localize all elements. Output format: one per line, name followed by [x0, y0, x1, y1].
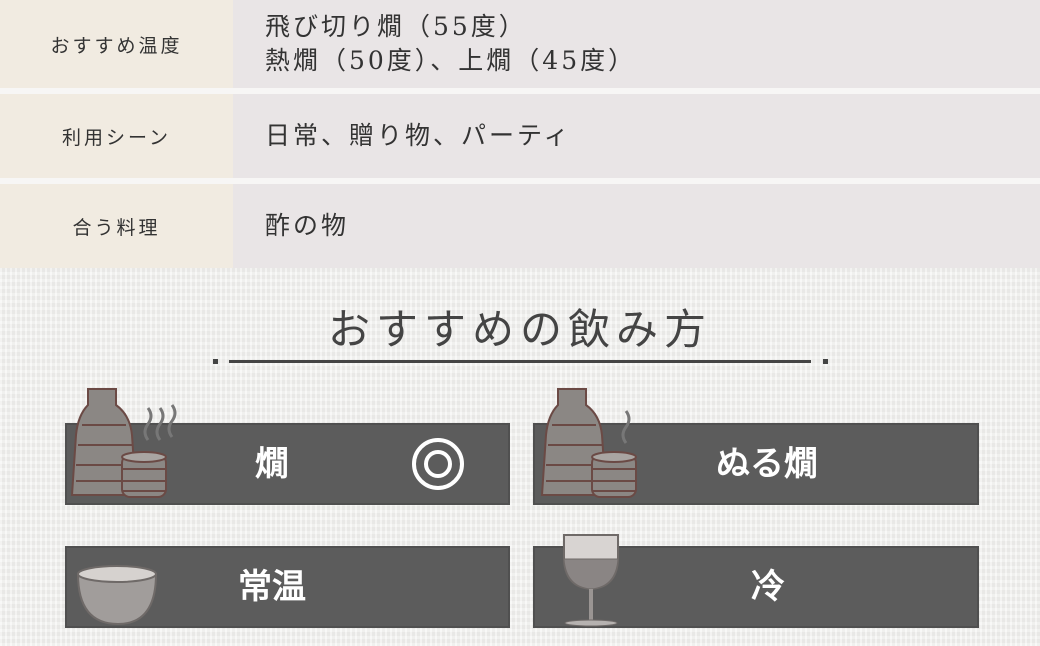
- value-line: 酢の物: [265, 211, 350, 240]
- row-value: 日常、贈り物、パーティ: [233, 94, 1040, 178]
- row-label: 合う料理: [0, 184, 233, 268]
- row-value: 飛び切り燗（55度） 熱燗（50度）、上燗（45度）: [233, 0, 1040, 88]
- method-label: 冷: [751, 567, 785, 607]
- info-row-food: 合う料理 酢の物: [0, 184, 1040, 268]
- section-title: おすすめの飲み方: [327, 305, 712, 354]
- title-rule-dot: [213, 359, 218, 364]
- title-rule-dot: [823, 359, 828, 364]
- wine-glass-icon: [563, 534, 619, 627]
- value-line: 熱燗（50度）、上燗（45度）: [265, 46, 637, 75]
- info-row-scene: 利用シーン 日常、贈り物、パーティ: [0, 94, 1040, 178]
- method-label: 燗: [255, 444, 289, 484]
- method-label: 常温: [238, 567, 306, 607]
- value-line: 飛び切り燗（55度）: [265, 12, 527, 41]
- info-row-temperature: おすすめ温度 飛び切り燗（55度） 熱燗（50度）、上燗（45度）: [0, 0, 1040, 88]
- double-circle-rating-icon: [412, 438, 464, 490]
- row-label: おすすめ温度: [0, 0, 233, 88]
- tokkuri-steam-icon: [70, 388, 177, 498]
- row-value: 酢の物: [233, 184, 1040, 268]
- row-label: 利用シーン: [0, 94, 233, 178]
- sake-bowl-icon: [76, 565, 158, 626]
- value-line: 日常、贈り物、パーティ: [265, 121, 572, 150]
- title-rule: [229, 360, 811, 363]
- tokkuri-light-steam-icon: [540, 388, 637, 498]
- method-label: ぬる燗: [716, 444, 818, 484]
